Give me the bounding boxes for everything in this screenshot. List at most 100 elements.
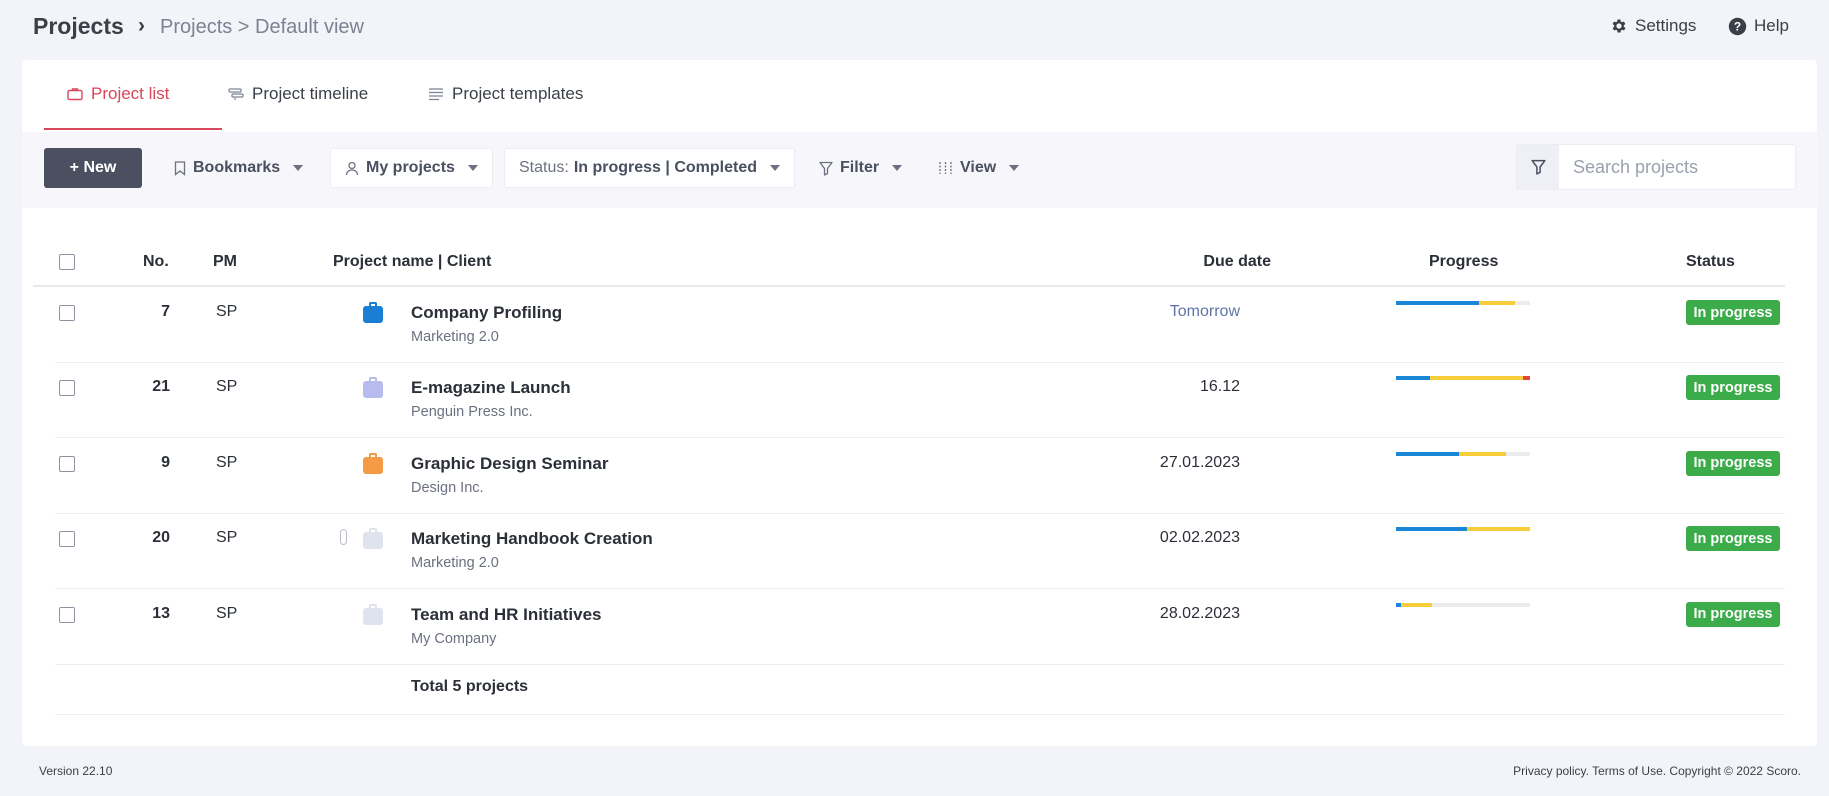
project-number: 7 (161, 303, 170, 320)
settings-button[interactable]: Settings (1610, 16, 1696, 36)
help-label: Help (1754, 16, 1789, 35)
project-name-link[interactable]: E-magazine Launch (411, 378, 571, 398)
chevron-down-icon (892, 165, 903, 171)
filter-dropdown[interactable]: Filter (819, 148, 903, 188)
search-input[interactable] (1559, 155, 1795, 179)
tab-project-list[interactable]: Project list (67, 84, 169, 130)
due-date: 27.01.2023 (1159, 453, 1240, 471)
bookmarks-label: Bookmarks (193, 159, 281, 176)
my-projects-dropdown[interactable]: My projects (330, 148, 493, 188)
project-number: 9 (161, 453, 170, 471)
progress-segment (1396, 301, 1480, 305)
project-briefcase-icon (363, 528, 383, 550)
search-box (1516, 144, 1796, 190)
status-badge[interactable]: In progress (1686, 300, 1780, 325)
list-icon (429, 88, 443, 101)
row-checkbox[interactable] (59, 305, 75, 321)
column-header-no[interactable]: No. (143, 253, 169, 271)
client-name-link[interactable]: My Company (411, 631, 496, 647)
project-name-link[interactable]: Graphic Design Seminar (411, 454, 608, 474)
help-button[interactable]: ? Help (1728, 16, 1789, 36)
project-manager[interactable]: SP (216, 378, 237, 396)
view-dropdown[interactable]: View (938, 148, 1020, 188)
row-checkbox[interactable] (59, 531, 75, 548)
attachment-icon[interactable] (340, 529, 347, 546)
progress-bar (1396, 451, 1530, 456)
timeline-icon (228, 88, 244, 100)
tab-project-templates[interactable]: Project templates (428, 84, 583, 130)
table-header: No. PM Project name | Client Due date Pr… (33, 200, 1785, 284)
search-filter-button[interactable] (1517, 145, 1559, 189)
table-row[interactable]: 21 SP E-magazine Launch Penguin Press Inc. 1… (55, 362, 1785, 439)
table-row[interactable]: 20 SP Marketing Handbook Creation Marketing… (55, 513, 1785, 590)
project-manager[interactable]: SP (216, 454, 237, 472)
project-number: 21 (152, 378, 170, 396)
client-name-link[interactable]: Marketing 2.0 (411, 329, 499, 345)
select-all-checkbox[interactable] (59, 254, 75, 270)
status-prefix: Status: (519, 159, 569, 176)
tab-label: Project timeline (252, 84, 369, 103)
filter-label: Filter (840, 159, 880, 176)
toolbar: + New Bookmarks My projects Status: In p… (22, 132, 1817, 208)
progress-segment (1401, 602, 1433, 607)
bookmark-icon (174, 160, 186, 176)
status-badge[interactable]: In progress (1686, 526, 1780, 552)
project-manager[interactable]: SP (216, 529, 237, 547)
progress-segment (1396, 376, 1430, 381)
status-badge[interactable]: In progress (1686, 601, 1780, 627)
project-name-link[interactable]: Marketing Handbook Creation (411, 529, 653, 549)
my-projects-label: My projects (366, 159, 455, 176)
project-briefcase-icon (363, 302, 383, 323)
gear-icon (1612, 19, 1626, 33)
project-manager[interactable]: SP (216, 303, 237, 321)
status-badge[interactable]: In progress (1686, 375, 1780, 401)
project-name-link[interactable]: Company Profiling (411, 303, 562, 323)
filter-icon (819, 161, 833, 176)
briefcase-icon (67, 88, 83, 101)
status-filter-dropdown[interactable]: Status: In progress | Completed (504, 148, 795, 188)
due-date: Tomorrow (1169, 303, 1240, 320)
progress-segment (1479, 301, 1516, 305)
tab-bar: Project list Project timeline Project te… (22, 60, 1817, 130)
version-label: Version 22.10 (39, 764, 113, 778)
table-row[interactable]: 7 SP Company Profiling Marketing 2.0 Tomorro… (55, 287, 1785, 363)
column-header-pm[interactable]: PM (213, 253, 237, 271)
table-row[interactable]: 9 SP Graphic Design Seminar Design Inc. 27.0… (55, 438, 1785, 514)
client-name-link[interactable]: Marketing 2.0 (411, 555, 499, 571)
row-checkbox[interactable] (59, 606, 75, 623)
progress-segment (1467, 527, 1530, 532)
progress-bar (1396, 602, 1530, 607)
chevron-down-icon (293, 165, 304, 171)
progress-bar (1396, 376, 1530, 381)
progress-bar (1396, 527, 1530, 532)
settings-label: Settings (1635, 16, 1697, 35)
row-checkbox[interactable] (59, 380, 75, 397)
project-manager[interactable]: SP (216, 605, 237, 623)
client-name-link[interactable]: Design Inc. (411, 480, 484, 496)
columns-icon (939, 162, 952, 174)
help-icon: ? (1728, 17, 1747, 35)
project-briefcase-icon (363, 603, 383, 625)
progress-segment (1458, 451, 1506, 456)
status-badge[interactable]: In progress (1686, 450, 1780, 476)
legal-links[interactable]: Privacy policy. Terms of Use. Copyright … (1513, 764, 1801, 778)
column-header-progress[interactable]: Progress (1429, 253, 1498, 271)
project-number: 13 (152, 604, 170, 622)
table-row[interactable]: 13 SP Team and HR Initiatives My Company 28.… (55, 589, 1785, 665)
column-header-project[interactable]: Project name | Client (333, 253, 491, 271)
new-project-button[interactable]: + New (44, 148, 142, 188)
progress-bar (1396, 301, 1530, 305)
row-checkbox[interactable] (59, 455, 75, 472)
total-projects-label: Total 5 projects (411, 678, 529, 695)
project-briefcase-icon (363, 377, 383, 399)
tab-label: Project templates (452, 84, 584, 103)
bookmarks-dropdown[interactable]: Bookmarks (174, 148, 304, 188)
tab-project-timeline[interactable]: Project timeline (228, 84, 368, 130)
project-name-link[interactable]: Team and HR Initiatives (411, 605, 602, 625)
breadcrumb[interactable]: Projects > Default view (160, 16, 364, 39)
progress-segment (1523, 376, 1530, 381)
column-header-due-date[interactable]: Due date (1171, 253, 1271, 271)
client-name-link[interactable]: Penguin Press Inc. (411, 404, 533, 420)
view-label: View (960, 159, 997, 176)
column-header-status[interactable]: Status (1686, 253, 1735, 271)
